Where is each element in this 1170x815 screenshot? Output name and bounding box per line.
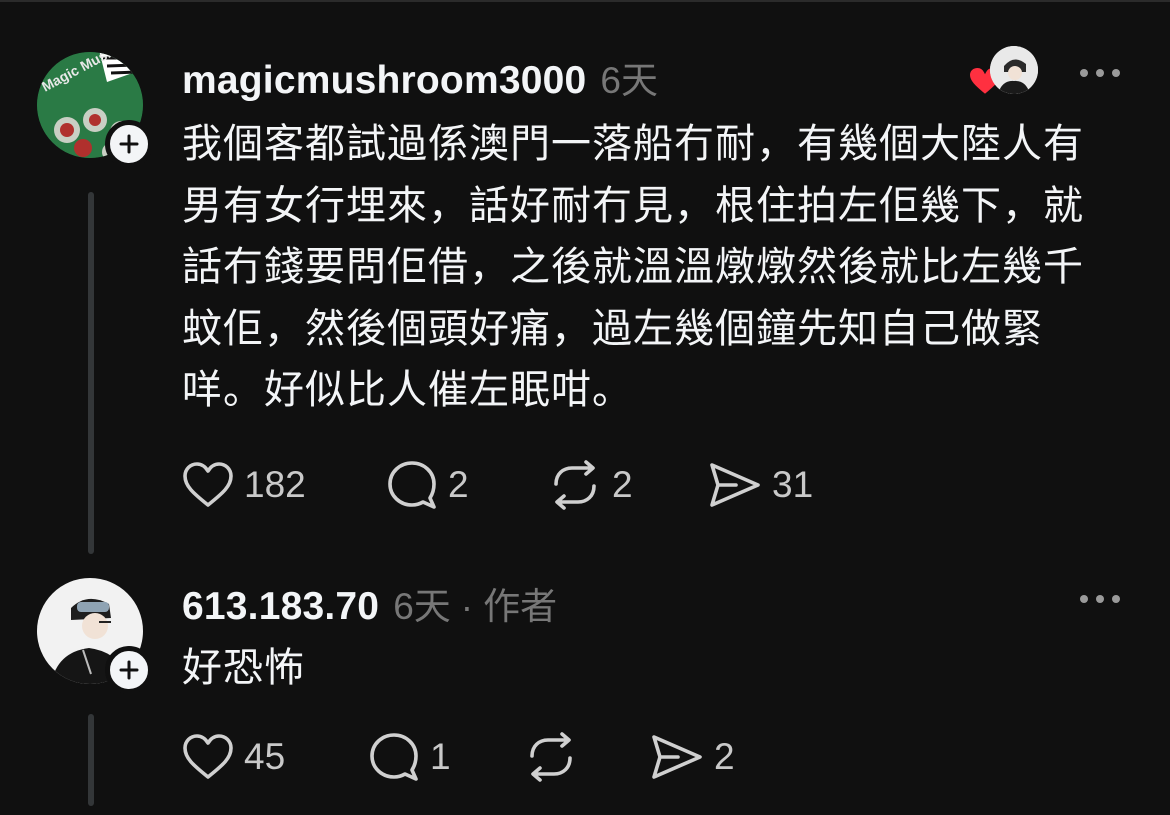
more-icon-dot [1096, 69, 1104, 77]
timestamp[interactable]: 6天 [600, 50, 658, 104]
like-button[interactable]: 45 [182, 733, 368, 781]
author-label: 作者 [483, 586, 558, 627]
thread-line [88, 192, 94, 554]
like-count: 45 [244, 736, 286, 777]
post-text: 我個客都試過係澳門一落船冇耐，有幾個大陸人有男有女行埋來，話好耐冇見，根住拍左佢… [182, 121, 1084, 413]
share-button[interactable]: 2 [650, 733, 735, 781]
heart-icon [183, 462, 233, 507]
more-icon-dot [1112, 69, 1120, 77]
more-icon-dot [1080, 69, 1088, 77]
repost-icon [530, 732, 572, 782]
reply-count: 1 [430, 736, 451, 777]
more-options-button[interactable] [1080, 63, 1120, 83]
post-header: magicmushroom3000 6天 [182, 50, 658, 104]
username[interactable]: 613.183.70 [182, 585, 379, 629]
like-button[interactable]: 182 [182, 461, 386, 509]
share-count: 31 [772, 464, 814, 505]
repost-icon [554, 460, 596, 510]
timestamp[interactable]: 6天 [393, 576, 451, 630]
liker-avatar[interactable] [990, 46, 1038, 94]
share-count: 2 [714, 736, 735, 777]
comment-icon [388, 461, 436, 509]
post-header: 613.183.70 6天 · 作者 [182, 576, 557, 630]
share-icon [710, 463, 760, 507]
more-icon-dot [1112, 595, 1120, 603]
plus-icon [119, 660, 139, 680]
meta-separator: · [460, 586, 474, 627]
like-count: 182 [244, 464, 306, 505]
follow-button[interactable] [105, 120, 153, 168]
share-icon [652, 735, 702, 779]
reply-button[interactable]: 1 [368, 732, 524, 782]
plus-icon [119, 134, 139, 154]
heart-icon [183, 734, 233, 779]
action-bar: 45 1 2 [182, 732, 735, 782]
reply-count: 2 [448, 464, 469, 505]
meta-line: 6天 · 作者 [393, 576, 557, 630]
username[interactable]: magicmushroom3000 [182, 59, 586, 103]
liker-avatar-image [990, 46, 1038, 94]
comment-icon [370, 733, 418, 781]
action-bar: 182 2 2 31 [182, 460, 813, 510]
post-text: 好恐怖 [182, 645, 305, 691]
repost-count: 2 [612, 464, 633, 505]
repost-button[interactable] [524, 732, 650, 782]
more-options-button[interactable] [1080, 589, 1120, 609]
repost-button[interactable]: 2 [548, 460, 708, 510]
more-icon-dot [1096, 595, 1104, 603]
more-icon-dot [1080, 595, 1088, 603]
share-button[interactable]: 31 [708, 461, 813, 509]
top-divider [0, 0, 1170, 2]
reply-button[interactable]: 2 [386, 460, 548, 510]
follow-button[interactable] [105, 646, 153, 694]
post-1-avatar-wrap[interactable]: Magic Mush [37, 52, 153, 168]
thread-line [88, 714, 94, 806]
post-2-avatar-wrap[interactable] [37, 578, 153, 694]
